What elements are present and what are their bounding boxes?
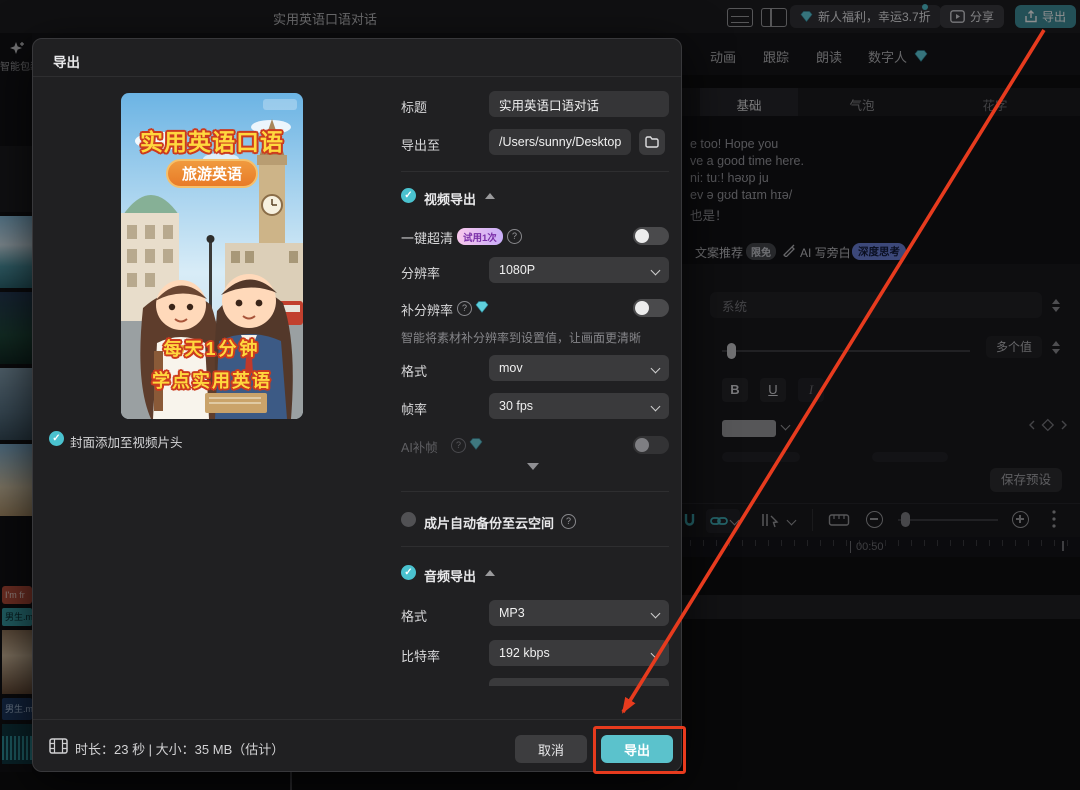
chevron-down-icon <box>651 401 661 411</box>
bitrate-value: 192 kbps <box>499 646 550 660</box>
format-value: mov <box>499 361 523 375</box>
chevron-down-icon <box>651 363 661 373</box>
audio-format-value: MP3 <box>499 606 525 620</box>
toggle-knob <box>635 229 649 243</box>
cloud-backup-help-icon[interactable] <box>561 514 576 529</box>
video-export-checkbox[interactable] <box>401 188 416 203</box>
section-divider <box>401 491 669 492</box>
cover-watermark <box>263 99 297 110</box>
export-button[interactable]: 导出 <box>601 735 673 763</box>
partial-dropdown[interactable] <box>489 678 669 686</box>
film-icon <box>49 738 68 754</box>
audio-export-checkbox[interactable] <box>401 565 416 580</box>
title-field-label: 标题 <box>401 97 427 116</box>
browse-folder-button[interactable] <box>639 129 665 155</box>
cover-subtitle-pill: 旅游英语 <box>166 159 258 188</box>
cloud-backup-checkbox[interactable] <box>401 512 416 527</box>
cover-title-line3: 每天1分钟 <box>121 335 303 361</box>
path-input[interactable] <box>489 129 631 155</box>
audio-format-label: 格式 <box>401 606 427 625</box>
cover-checkbox[interactable] <box>49 431 64 446</box>
path-field-label: 导出至 <box>401 135 440 154</box>
cover-preview[interactable]: 实用英语口语 旅游英语 每天1分钟 学点实用英语 <box>121 93 303 419</box>
export-dialog: 导出 <box>32 38 682 772</box>
section-divider <box>401 546 669 547</box>
expand-more-icon[interactable] <box>527 463 539 470</box>
super-res-gem-icon <box>475 301 489 313</box>
ai-frame-help-icon[interactable] <box>451 438 466 453</box>
hd-label: 一键超清 <box>401 228 453 247</box>
cover-subtitle-pill-wrap: 旅游英语 <box>121 159 303 188</box>
bitrate-dropdown[interactable]: 192 kbps <box>489 640 669 666</box>
video-export-section-label: 视频导出 <box>424 189 476 208</box>
fps-value: 30 fps <box>499 399 533 413</box>
cancel-button[interactable]: 取消 <box>515 735 587 763</box>
fps-dropdown[interactable]: 30 fps <box>489 393 669 419</box>
folder-icon <box>645 136 659 148</box>
super-res-toggle[interactable] <box>633 299 669 317</box>
format-label: 格式 <box>401 361 427 380</box>
audio-format-dropdown[interactable]: MP3 <box>489 600 669 626</box>
title-input[interactable] <box>489 91 669 117</box>
ai-frame-gem-icon <box>469 438 483 450</box>
header-divider <box>33 76 682 77</box>
export-info: 时长：23 秒 | 大小：35 MB（估计） <box>75 739 284 758</box>
chevron-down-icon <box>651 265 661 275</box>
toggle-knob <box>635 301 649 315</box>
app-window: 实用英语口语对话 新人福利，幸运3.7折 分享 导出 动画 跟踪 朗读 <box>0 0 1080 790</box>
audio-export-section-label: 音频导出 <box>424 566 476 585</box>
collapse-up-icon[interactable] <box>485 193 495 199</box>
cover-title-line4: 学点实用英语 <box>121 367 303 393</box>
trial-badge: 试用1次 <box>457 228 503 245</box>
ai-frame-toggle[interactable] <box>633 436 669 454</box>
bitrate-label: 比特率 <box>401 646 440 665</box>
super-res-hint: 智能将素材补分辨率到设置值，让画面更清晰 <box>401 329 641 346</box>
ai-frame-label: AI补帧 <box>401 437 438 456</box>
fps-label: 帧率 <box>401 399 427 418</box>
super-res-label: 补分辨率 <box>401 300 453 319</box>
dialog-title: 导出 <box>53 51 80 71</box>
cover-checkbox-label: 封面添加至视频片头 <box>70 432 183 451</box>
resolution-label: 分辨率 <box>401 263 440 282</box>
chevron-down-icon <box>651 648 661 658</box>
resolution-dropdown[interactable]: 1080P <box>489 257 669 283</box>
toggle-knob <box>635 438 649 452</box>
format-dropdown[interactable]: mov <box>489 355 669 381</box>
collapse-up-icon[interactable] <box>485 570 495 576</box>
chevron-down-icon <box>651 608 661 618</box>
cloud-backup-label: 成片自动备份至云空间 <box>424 513 554 532</box>
hd-toggle[interactable] <box>633 227 669 245</box>
resolution-value: 1080P <box>499 263 535 277</box>
super-res-help-icon[interactable] <box>457 301 472 316</box>
section-divider <box>401 171 669 172</box>
hd-help-icon[interactable] <box>507 229 522 244</box>
footer-divider <box>33 719 682 720</box>
cover-title-line1: 实用英语口语 <box>121 123 303 157</box>
